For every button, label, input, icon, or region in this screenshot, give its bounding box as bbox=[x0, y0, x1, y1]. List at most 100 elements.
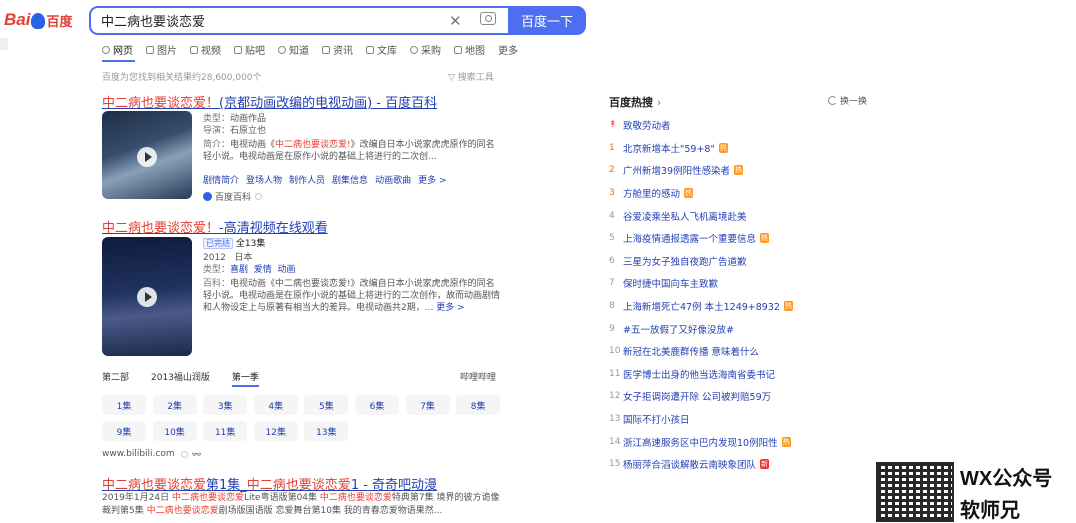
result2-thumbnail[interactable] bbox=[102, 237, 192, 356]
result1-thumbnail[interactable] bbox=[102, 111, 192, 199]
season-tab-active[interactable]: 第一季 bbox=[231, 370, 259, 387]
hot-text: 广州新增39例阳性感染者 bbox=[623, 166, 731, 178]
tab-web[interactable]: 网页 bbox=[102, 42, 133, 57]
result3-title[interactable]: 中二病也要谈恋爱第1集_中二病也要谈恋爱1 - 奇奇吧动漫 bbox=[102, 474, 437, 493]
clear-icon[interactable]: ✕ bbox=[449, 12, 462, 30]
episode-button[interactable]: 6集 bbox=[354, 395, 399, 415]
sublink[interactable]: 登场人物 bbox=[246, 176, 282, 186]
hot-search-title[interactable]: 百度热搜 › bbox=[609, 94, 661, 110]
status-badge: 已完结 bbox=[203, 238, 233, 249]
title-highlight: 中二病也要谈恋爱！ bbox=[102, 221, 220, 236]
tab-map[interactable]: 地图 bbox=[454, 42, 485, 57]
tab-images[interactable]: 图片 bbox=[146, 42, 177, 57]
hot-rank: 15 bbox=[609, 459, 621, 470]
hot-item[interactable]: 8 上海新增死亡47例 本土1249+8932 热 bbox=[609, 295, 909, 318]
result1-source[interactable]: 百度百科 bbox=[203, 190, 263, 203]
sublink[interactable]: 剧情简介 bbox=[203, 176, 239, 186]
episode-button[interactable]: 10集 bbox=[152, 421, 197, 441]
search-input[interactable] bbox=[91, 8, 421, 33]
hot-item[interactable]: 14 浙江高速服务区中巴内发现10例阳性热 bbox=[609, 430, 909, 453]
play-icon[interactable] bbox=[137, 147, 157, 167]
title-text: -高清视频在线观看 bbox=[219, 221, 328, 236]
title-highlight: 中二病也要谈恋爱 bbox=[246, 478, 351, 493]
hot-search-list: ↟ 致敬劳动者 1 北京新增本土"59+8" 热 2 广州新增39例阳性感染者热 3 方舱里的感… bbox=[609, 114, 909, 476]
episode-button[interactable]: 7集 bbox=[405, 395, 450, 415]
hot-item[interactable]: 10 新冠在北美鹿群传播 意味着什么 bbox=[609, 340, 909, 363]
episode-button[interactable]: 9集 bbox=[102, 421, 146, 441]
hot-item[interactable]: 4 谷爱凌乘坐私人飞机离境赴美 bbox=[609, 204, 909, 227]
episode-button[interactable]: 13集 bbox=[304, 421, 349, 441]
hot-tag-badge: 热 bbox=[734, 165, 744, 176]
hot-text: 方舱里的感动 bbox=[623, 189, 681, 201]
hot-item[interactable]: ↟ 致敬劳动者 bbox=[609, 114, 909, 137]
hot-rank: 8 bbox=[609, 301, 615, 312]
type-link[interactable]: 喜剧 bbox=[230, 265, 248, 275]
hot-item[interactable]: 13 国际不打小孩日 bbox=[609, 408, 909, 431]
tab-video[interactable]: 视频 bbox=[190, 42, 221, 57]
hot-item[interactable]: 15 杨丽萍合滔谈解散云南映象团队新 bbox=[609, 453, 909, 476]
result3-snippet: 2019年1月24日 中二病也要谈恋爱Lite粤语版第04集 中二病也要谈恋爱特… bbox=[102, 492, 502, 518]
info-icon[interactable] bbox=[255, 193, 263, 200]
result1-sublinks: 剧情简介 登场人物 制作人员 剧集信息 动画歌曲 更多 > bbox=[203, 173, 453, 186]
refresh-button[interactable]: 换一换 bbox=[828, 94, 867, 107]
hot-item[interactable]: 3 方舱里的感动热 bbox=[609, 182, 909, 205]
tab-label: 采购 bbox=[421, 46, 441, 57]
tab-news[interactable]: 资讯 bbox=[322, 42, 353, 57]
hot-item[interactable]: 11 医学博士出身的他当选海南省委书记 bbox=[609, 363, 909, 386]
hot-item[interactable]: 9 #五一放假了又好像没放# bbox=[609, 317, 909, 340]
more-link[interactable]: 更多 > bbox=[436, 303, 464, 313]
camera-icon[interactable] bbox=[480, 12, 496, 25]
baidu-logo[interactable]: Bai 百度 bbox=[4, 6, 72, 34]
season-tab[interactable]: 2013福山润版 bbox=[151, 370, 210, 387]
tab-label: 视频 bbox=[201, 46, 221, 57]
episode-button[interactable]: 2集 bbox=[152, 395, 197, 415]
tab-label: 文库 bbox=[377, 46, 397, 57]
hot-tag-badge: 热 bbox=[783, 301, 793, 312]
hot-item[interactable]: 6 三星为女子独自夜跑广告道歉 bbox=[609, 250, 909, 273]
result2-url[interactable]: www.bilibili.com 👓 bbox=[102, 449, 202, 459]
hot-text: 浙江高速服务区中巴内发现10例阳性 bbox=[623, 437, 778, 449]
tab-wenku[interactable]: 文库 bbox=[366, 42, 397, 57]
play-icon[interactable] bbox=[137, 287, 157, 307]
question-icon bbox=[278, 45, 286, 54]
sublink[interactable]: 动画歌曲 bbox=[375, 176, 411, 186]
season-tab[interactable]: 第二部 bbox=[102, 370, 129, 387]
episode-button[interactable]: 1集 bbox=[102, 395, 146, 415]
hot-item[interactable]: 1 北京新增本土"59+8" 热 bbox=[609, 137, 909, 160]
hot-text: 医学博士出身的他当选海南省委书记 bbox=[623, 369, 776, 381]
tab-tieba[interactable]: 贴吧 bbox=[234, 42, 265, 57]
hot-rank: 1 bbox=[609, 142, 615, 153]
hot-item[interactable]: 12 女子拒调岗遭开除 公司被判赔59万 bbox=[609, 385, 909, 408]
pin-icon: ↟ bbox=[609, 120, 617, 131]
hot-item[interactable]: 7 保时捷中国向车主致歉 bbox=[609, 272, 909, 295]
sublink[interactable]: 制作人员 bbox=[289, 176, 325, 186]
hot-item[interactable]: 2 广州新增39例阳性感染者热 bbox=[609, 159, 909, 182]
sublink-more[interactable]: 更多 > bbox=[418, 176, 446, 186]
hot-tag-badge: 热 bbox=[718, 142, 728, 153]
tab-zhidao[interactable]: 知道 bbox=[278, 42, 309, 57]
search-button[interactable]: 百度一下 bbox=[508, 6, 586, 35]
episode-button[interactable]: 5集 bbox=[304, 395, 349, 415]
search-tools-button[interactable]: ▽ 搜索工具 bbox=[448, 70, 494, 83]
episode-button[interactable]: 8集 bbox=[456, 395, 501, 415]
hot-tag-badge: 热 bbox=[760, 233, 770, 244]
year: 2012 bbox=[203, 253, 226, 263]
hot-rank: 11 bbox=[609, 368, 621, 379]
hot-item[interactable]: 5 上海疫情通报透露一个重要信息热 bbox=[609, 227, 909, 250]
episode-button[interactable]: 12集 bbox=[253, 421, 298, 441]
sublink[interactable]: 剧集信息 bbox=[332, 176, 368, 186]
platform-label[interactable]: 哔哩哔哩 bbox=[460, 370, 496, 383]
episode-button[interactable]: 4集 bbox=[253, 395, 298, 415]
tab-purchase[interactable]: 采购 bbox=[410, 42, 441, 57]
episode-button[interactable]: 11集 bbox=[203, 421, 248, 441]
result2-title[interactable]: 中二病也要谈恋爱！-高清视频在线观看 bbox=[102, 217, 328, 236]
search-box[interactable] bbox=[89, 6, 509, 35]
tab-more[interactable]: 更多 bbox=[498, 42, 518, 57]
episode-button[interactable]: 3集 bbox=[203, 395, 248, 415]
tab-label: 资讯 bbox=[333, 46, 353, 57]
type-link[interactable]: 动画 bbox=[278, 265, 296, 275]
info-icon[interactable] bbox=[180, 450, 188, 458]
type-link[interactable]: 爱情 bbox=[254, 265, 272, 275]
type-value: 动画作品 bbox=[230, 114, 267, 124]
result1-title[interactable]: 中二病也要谈恋爱！(京都动画改编的电视动画) - 百度百科 bbox=[102, 92, 437, 111]
